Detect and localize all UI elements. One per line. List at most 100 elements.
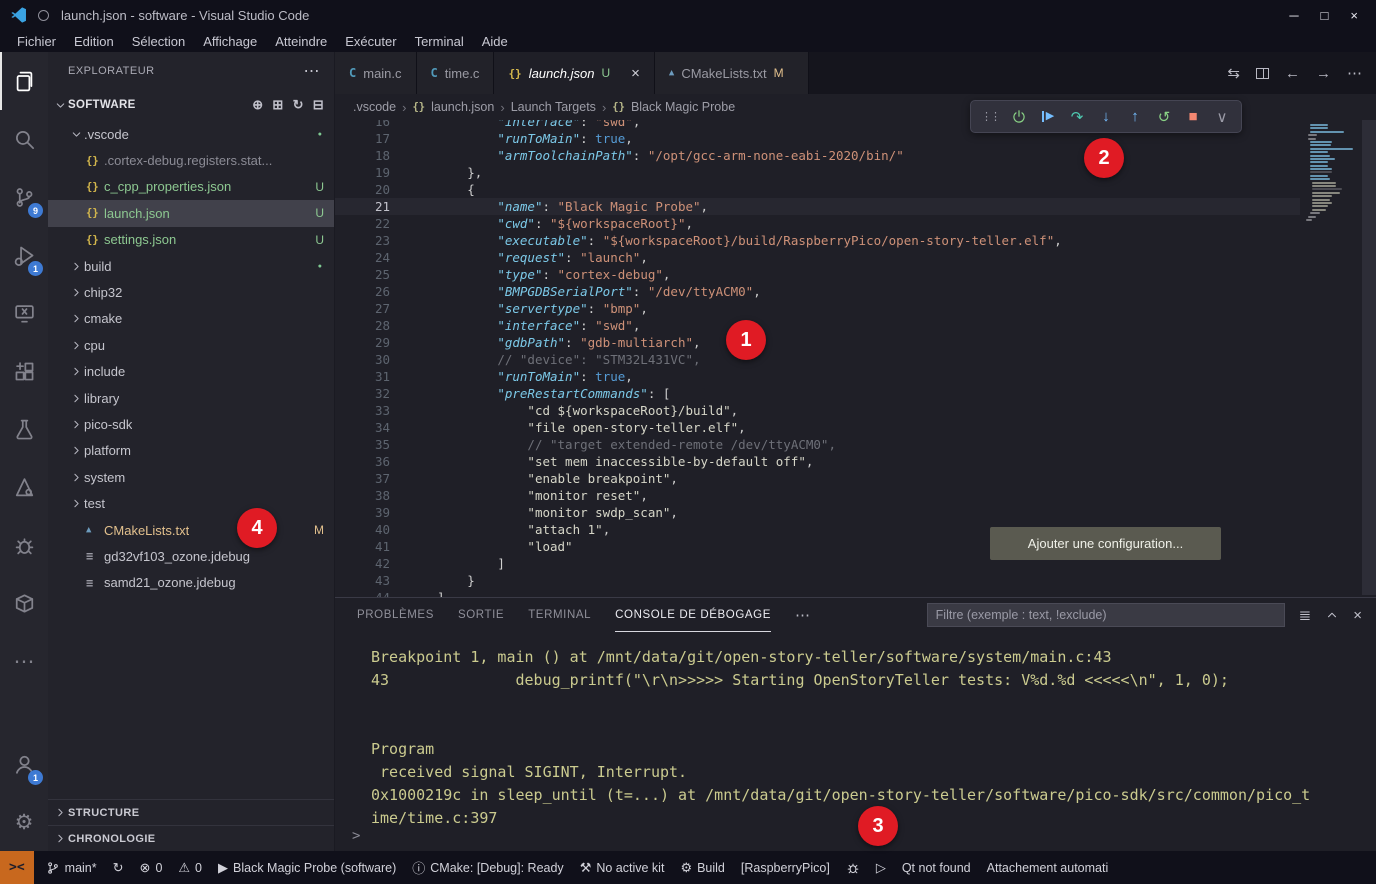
back-icon[interactable]: ←: [1285, 65, 1300, 82]
tree-item-platform[interactable]: platform: [48, 438, 334, 464]
editor[interactable]: 16 "interface": "swd",17 "runToMain": tr…: [335, 120, 1376, 597]
code-line[interactable]: 30 // "device": "STM32L431VC",: [335, 351, 1300, 368]
code-line[interactable]: 38 "monitor reset",: [335, 487, 1300, 504]
status-warnings[interactable]: ⚠0: [178, 860, 202, 876]
filter-icon[interactable]: ≣: [1299, 606, 1312, 624]
tree-item-build[interactable]: build●: [48, 253, 334, 279]
code-line[interactable]: 37 "enable breakpoint",: [335, 470, 1300, 487]
close-button[interactable]: ×: [1350, 8, 1358, 23]
code-line[interactable]: 31 "runToMain": true,: [335, 368, 1300, 385]
tree-item-cmakelists-txt[interactable]: ▲CMakeLists.txtM: [48, 517, 334, 543]
tree-item-cmake[interactable]: cmake: [48, 306, 334, 332]
status-active-kit[interactable]: ⚒No active kit: [580, 860, 665, 876]
menu-fichier[interactable]: Fichier: [8, 34, 65, 49]
sidebar-section-chronologie[interactable]: CHRONOLOGIE: [48, 825, 334, 851]
refresh-icon[interactable]: ↻: [293, 97, 304, 113]
console-prompt[interactable]: >: [352, 828, 360, 844]
status-debug-bug[interactable]: [846, 861, 860, 875]
code-line[interactable]: 19 },: [335, 164, 1300, 181]
stop-icon[interactable]: ■: [1180, 104, 1206, 130]
status-build[interactable]: ⚙Build: [680, 860, 724, 876]
code-line[interactable]: 44 ]: [335, 589, 1300, 597]
tree-item-c-cpp-properties-json[interactable]: {}c_cpp_properties.jsonU: [48, 174, 334, 200]
activity-source-control[interactable]: 9: [0, 168, 48, 226]
code-line[interactable]: 28 "interface": "swd",: [335, 317, 1300, 334]
code-line[interactable]: 20 {: [335, 181, 1300, 198]
add-configuration-button[interactable]: Ajouter une configuration...: [990, 527, 1221, 560]
code-line[interactable]: 32 "preRestartCommands": [: [335, 385, 1300, 402]
breadcrumb-item[interactable]: Launch Targets: [511, 100, 596, 114]
run-cursor-icon[interactable]: ▶: [1035, 104, 1061, 130]
panel-close-icon[interactable]: ×: [1353, 607, 1362, 624]
tab-time-c[interactable]: Ctime.c: [417, 52, 495, 94]
breadcrumb-item[interactable]: launch.json: [431, 100, 494, 114]
panel-tab-terminal[interactable]: TERMINAL: [528, 598, 591, 632]
menu-terminal[interactable]: Terminal: [406, 34, 473, 49]
sidebar-section-structure[interactable]: STRUCTURE: [48, 799, 334, 825]
activity-testing[interactable]: [0, 400, 48, 458]
menu-edition[interactable]: Edition: [65, 34, 123, 49]
open-changes-icon[interactable]: ⇆: [1227, 64, 1240, 82]
activity-packages[interactable]: [0, 574, 48, 632]
activity-account[interactable]: 1: [0, 735, 48, 793]
activity-debug-tool[interactable]: [0, 516, 48, 574]
tree-item-pico-sdk[interactable]: pico-sdk: [48, 411, 334, 437]
tree-item-include[interactable]: include: [48, 359, 334, 385]
status-git-branch[interactable]: main*: [46, 861, 97, 875]
code-line[interactable]: 33 "cd ${workspaceRoot}/build",: [335, 402, 1300, 419]
code-line[interactable]: 21 "name": "Black Magic Probe",: [335, 198, 1300, 215]
tree-item-settings-json[interactable]: {}settings.jsonU: [48, 227, 334, 253]
menu-atteindre[interactable]: Atteindre: [266, 34, 336, 49]
tree-item-vscode[interactable]: .vscode●: [48, 121, 334, 147]
code-line[interactable]: 25 "type": "cortex-debug",: [335, 266, 1300, 283]
code-line[interactable]: 39 "monitor swdp_scan",: [335, 504, 1300, 521]
status-run[interactable]: ▷: [876, 860, 886, 876]
activity-run-debug[interactable]: 1: [0, 226, 48, 284]
collapse-all-icon[interactable]: ⊟: [313, 97, 324, 113]
new-file-icon[interactable]: ⊕: [252, 97, 263, 113]
explorer-tree[interactable]: .vscode●{}.cortex-debug.registers.stat..…: [48, 120, 334, 799]
activity-explorer[interactable]: [0, 52, 48, 110]
more-icon[interactable]: ∨: [1209, 104, 1235, 130]
step-into-icon[interactable]: ↓: [1093, 104, 1119, 130]
status-sync[interactable]: ↻: [113, 860, 124, 876]
status-qt-status[interactable]: Qt not found: [902, 861, 971, 875]
code-line[interactable]: 27 "servertype": "bmp",: [335, 300, 1300, 317]
tree-item-gd32vf103-ozone-jdebug[interactable]: ≡gd32vf103_ozone.jdebug: [48, 543, 334, 569]
menu-aide[interactable]: Aide: [473, 34, 517, 49]
activity-extensions[interactable]: [0, 342, 48, 400]
more-icon[interactable]: ⋯: [1347, 64, 1362, 82]
tree-item-system[interactable]: system: [48, 464, 334, 490]
activity-remote-explorer[interactable]: [0, 284, 48, 342]
code-line[interactable]: 29 "gdbPath": "gdb-multiarch",: [335, 334, 1300, 351]
explorer-more-icon[interactable]: ⋯: [304, 61, 321, 81]
tree-item-cortex-debug-registers-stat[interactable]: {}.cortex-debug.registers.stat...: [48, 147, 334, 173]
code-line[interactable]: 26 "BMPGDBSerialPort": "/dev/ttyACM0",: [335, 283, 1300, 300]
tree-item-cpu[interactable]: cpu: [48, 332, 334, 358]
status-variant[interactable]: [RaspberryPico]: [741, 861, 830, 875]
status-auto-attach[interactable]: Attachement automati: [987, 861, 1109, 875]
close-icon[interactable]: ×: [631, 65, 640, 82]
panel-maximize-icon[interactable]: [1325, 608, 1339, 622]
console-output[interactable]: Breakpoint 1, main () at /mnt/data/git/o…: [335, 632, 1376, 828]
panel-tab-sortie[interactable]: SORTIE: [458, 598, 504, 632]
debug-filter-input[interactable]: [927, 603, 1285, 627]
minimap[interactable]: [1304, 124, 1360, 221]
tree-item-test[interactable]: test: [48, 490, 334, 516]
code-line[interactable]: 18 "armToolchainPath": "/opt/gcc-arm-non…: [335, 147, 1300, 164]
breadcrumb-item[interactable]: .vscode: [353, 100, 396, 114]
tree-item-library[interactable]: library: [48, 385, 334, 411]
panel-tab-console-de-d-bogage[interactable]: CONSOLE DE DÉBOGAGE: [615, 598, 771, 632]
explorer-section-header[interactable]: SOFTWARE ⊕⊞↻⊟: [48, 90, 334, 120]
maximize-button[interactable]: □: [1321, 8, 1329, 23]
new-folder-icon[interactable]: ⊞: [272, 97, 283, 113]
menu-s-lection[interactable]: Sélection: [123, 34, 194, 49]
tab-launch-json[interactable]: {}launch.jsonU×: [494, 52, 654, 94]
pause-icon[interactable]: [1006, 104, 1032, 130]
drag-handle-icon[interactable]: ⋮⋮: [977, 104, 1003, 130]
activity-settings[interactable]: ⚙: [0, 793, 48, 851]
restart-icon[interactable]: ↺: [1151, 104, 1177, 130]
status-errors[interactable]: ⊗0: [140, 860, 163, 876]
code-line[interactable]: 35 // "target extended-remote /dev/ttyAC…: [335, 436, 1300, 453]
tree-item-samd21-ozone-jdebug[interactable]: ≡samd21_ozone.jdebug: [48, 570, 334, 596]
